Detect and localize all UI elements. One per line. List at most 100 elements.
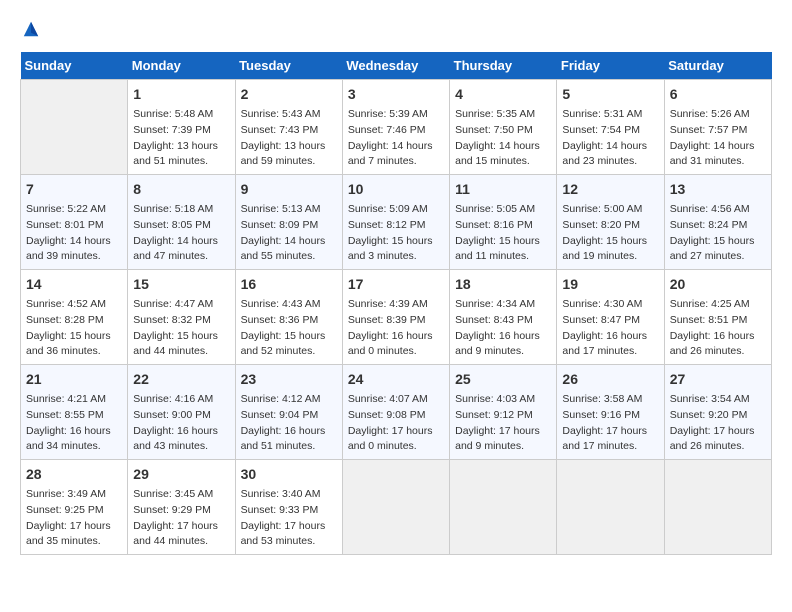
day-number: 22 [133, 369, 229, 390]
calendar-cell: 20Sunrise: 4:25 AMSunset: 8:51 PMDayligh… [664, 270, 771, 365]
day-number: 29 [133, 464, 229, 485]
day-number: 25 [455, 369, 551, 390]
cell-sunrise: Sunrise: 4:12 AMSunset: 9:04 PMDaylight:… [241, 392, 337, 455]
day-number: 15 [133, 274, 229, 295]
cell-sunrise: Sunrise: 3:58 AMSunset: 9:16 PMDaylight:… [562, 392, 658, 455]
day-number: 3 [348, 84, 444, 105]
calendar-cell: 2Sunrise: 5:43 AMSunset: 7:43 PMDaylight… [235, 80, 342, 175]
calendar-cell: 28Sunrise: 3:49 AMSunset: 9:25 PMDayligh… [21, 460, 128, 555]
calendar-cell [664, 460, 771, 555]
calendar-cell: 13Sunrise: 4:56 AMSunset: 8:24 PMDayligh… [664, 175, 771, 270]
calendar-cell: 19Sunrise: 4:30 AMSunset: 8:47 PMDayligh… [557, 270, 664, 365]
cell-sunrise: Sunrise: 4:34 AMSunset: 8:43 PMDaylight:… [455, 297, 551, 360]
calendar-cell: 21Sunrise: 4:21 AMSunset: 8:55 PMDayligh… [21, 365, 128, 460]
cell-sunrise: Sunrise: 4:25 AMSunset: 8:51 PMDaylight:… [670, 297, 766, 360]
day-number: 27 [670, 369, 766, 390]
cell-sunrise: Sunrise: 4:39 AMSunset: 8:39 PMDaylight:… [348, 297, 444, 360]
calendar-cell: 8Sunrise: 5:18 AMSunset: 8:05 PMDaylight… [128, 175, 235, 270]
weekday-header-sunday: Sunday [21, 52, 128, 80]
day-number: 23 [241, 369, 337, 390]
calendar-cell: 14Sunrise: 4:52 AMSunset: 8:28 PMDayligh… [21, 270, 128, 365]
day-number: 8 [133, 179, 229, 200]
calendar-cell [342, 460, 449, 555]
calendar-cell: 5Sunrise: 5:31 AMSunset: 7:54 PMDaylight… [557, 80, 664, 175]
day-number: 12 [562, 179, 658, 200]
cell-sunrise: Sunrise: 5:22 AMSunset: 8:01 PMDaylight:… [26, 202, 122, 265]
day-number: 17 [348, 274, 444, 295]
cell-sunrise: Sunrise: 3:54 AMSunset: 9:20 PMDaylight:… [670, 392, 766, 455]
cell-sunrise: Sunrise: 5:18 AMSunset: 8:05 PMDaylight:… [133, 202, 229, 265]
calendar-cell [450, 460, 557, 555]
calendar-cell: 16Sunrise: 4:43 AMSunset: 8:36 PMDayligh… [235, 270, 342, 365]
day-number: 2 [241, 84, 337, 105]
day-number: 7 [26, 179, 122, 200]
cell-sunrise: Sunrise: 5:26 AMSunset: 7:57 PMDaylight:… [670, 107, 766, 170]
cell-sunrise: Sunrise: 5:05 AMSunset: 8:16 PMDaylight:… [455, 202, 551, 265]
cell-sunrise: Sunrise: 4:16 AMSunset: 9:00 PMDaylight:… [133, 392, 229, 455]
weekday-header-friday: Friday [557, 52, 664, 80]
day-number: 9 [241, 179, 337, 200]
cell-sunrise: Sunrise: 3:45 AMSunset: 9:29 PMDaylight:… [133, 487, 229, 550]
day-number: 30 [241, 464, 337, 485]
day-number: 21 [26, 369, 122, 390]
cell-sunrise: Sunrise: 5:31 AMSunset: 7:54 PMDaylight:… [562, 107, 658, 170]
cell-sunrise: Sunrise: 4:03 AMSunset: 9:12 PMDaylight:… [455, 392, 551, 455]
day-number: 11 [455, 179, 551, 200]
calendar-cell: 7Sunrise: 5:22 AMSunset: 8:01 PMDaylight… [21, 175, 128, 270]
cell-sunrise: Sunrise: 5:09 AMSunset: 8:12 PMDaylight:… [348, 202, 444, 265]
calendar-cell: 1Sunrise: 5:48 AMSunset: 7:39 PMDaylight… [128, 80, 235, 175]
day-number: 10 [348, 179, 444, 200]
calendar-cell: 10Sunrise: 5:09 AMSunset: 8:12 PMDayligh… [342, 175, 449, 270]
cell-sunrise: Sunrise: 4:30 AMSunset: 8:47 PMDaylight:… [562, 297, 658, 360]
calendar-cell: 4Sunrise: 5:35 AMSunset: 7:50 PMDaylight… [450, 80, 557, 175]
logo-icon [22, 20, 40, 38]
day-number: 19 [562, 274, 658, 295]
weekday-header-saturday: Saturday [664, 52, 771, 80]
calendar-cell: 29Sunrise: 3:45 AMSunset: 9:29 PMDayligh… [128, 460, 235, 555]
cell-sunrise: Sunrise: 3:40 AMSunset: 9:33 PMDaylight:… [241, 487, 337, 550]
calendar-cell [21, 80, 128, 175]
page-header [20, 20, 772, 36]
day-number: 14 [26, 274, 122, 295]
calendar-cell: 22Sunrise: 4:16 AMSunset: 9:00 PMDayligh… [128, 365, 235, 460]
calendar-cell: 18Sunrise: 4:34 AMSunset: 8:43 PMDayligh… [450, 270, 557, 365]
calendar-cell: 26Sunrise: 3:58 AMSunset: 9:16 PMDayligh… [557, 365, 664, 460]
day-number: 4 [455, 84, 551, 105]
calendar-cell: 24Sunrise: 4:07 AMSunset: 9:08 PMDayligh… [342, 365, 449, 460]
cell-sunrise: Sunrise: 5:43 AMSunset: 7:43 PMDaylight:… [241, 107, 337, 170]
calendar-cell: 6Sunrise: 5:26 AMSunset: 7:57 PMDaylight… [664, 80, 771, 175]
cell-sunrise: Sunrise: 5:48 AMSunset: 7:39 PMDaylight:… [133, 107, 229, 170]
calendar-cell: 17Sunrise: 4:39 AMSunset: 8:39 PMDayligh… [342, 270, 449, 365]
cell-sunrise: Sunrise: 5:13 AMSunset: 8:09 PMDaylight:… [241, 202, 337, 265]
cell-sunrise: Sunrise: 5:00 AMSunset: 8:20 PMDaylight:… [562, 202, 658, 265]
day-number: 28 [26, 464, 122, 485]
logo [20, 20, 40, 36]
calendar-cell: 27Sunrise: 3:54 AMSunset: 9:20 PMDayligh… [664, 365, 771, 460]
day-number: 16 [241, 274, 337, 295]
calendar-cell [557, 460, 664, 555]
calendar-cell: 11Sunrise: 5:05 AMSunset: 8:16 PMDayligh… [450, 175, 557, 270]
day-number: 6 [670, 84, 766, 105]
cell-sunrise: Sunrise: 5:39 AMSunset: 7:46 PMDaylight:… [348, 107, 444, 170]
day-number: 24 [348, 369, 444, 390]
cell-sunrise: Sunrise: 3:49 AMSunset: 9:25 PMDaylight:… [26, 487, 122, 550]
day-number: 1 [133, 84, 229, 105]
calendar-cell: 12Sunrise: 5:00 AMSunset: 8:20 PMDayligh… [557, 175, 664, 270]
day-number: 13 [670, 179, 766, 200]
day-number: 26 [562, 369, 658, 390]
cell-sunrise: Sunrise: 4:47 AMSunset: 8:32 PMDaylight:… [133, 297, 229, 360]
cell-sunrise: Sunrise: 4:56 AMSunset: 8:24 PMDaylight:… [670, 202, 766, 265]
cell-sunrise: Sunrise: 4:07 AMSunset: 9:08 PMDaylight:… [348, 392, 444, 455]
day-number: 5 [562, 84, 658, 105]
calendar-cell: 30Sunrise: 3:40 AMSunset: 9:33 PMDayligh… [235, 460, 342, 555]
weekday-header-monday: Monday [128, 52, 235, 80]
weekday-header-wednesday: Wednesday [342, 52, 449, 80]
calendar-cell: 15Sunrise: 4:47 AMSunset: 8:32 PMDayligh… [128, 270, 235, 365]
calendar-table: SundayMondayTuesdayWednesdayThursdayFrid… [20, 52, 772, 555]
cell-sunrise: Sunrise: 5:35 AMSunset: 7:50 PMDaylight:… [455, 107, 551, 170]
weekday-header-thursday: Thursday [450, 52, 557, 80]
calendar-cell: 23Sunrise: 4:12 AMSunset: 9:04 PMDayligh… [235, 365, 342, 460]
cell-sunrise: Sunrise: 4:21 AMSunset: 8:55 PMDaylight:… [26, 392, 122, 455]
cell-sunrise: Sunrise: 4:43 AMSunset: 8:36 PMDaylight:… [241, 297, 337, 360]
calendar-cell: 9Sunrise: 5:13 AMSunset: 8:09 PMDaylight… [235, 175, 342, 270]
